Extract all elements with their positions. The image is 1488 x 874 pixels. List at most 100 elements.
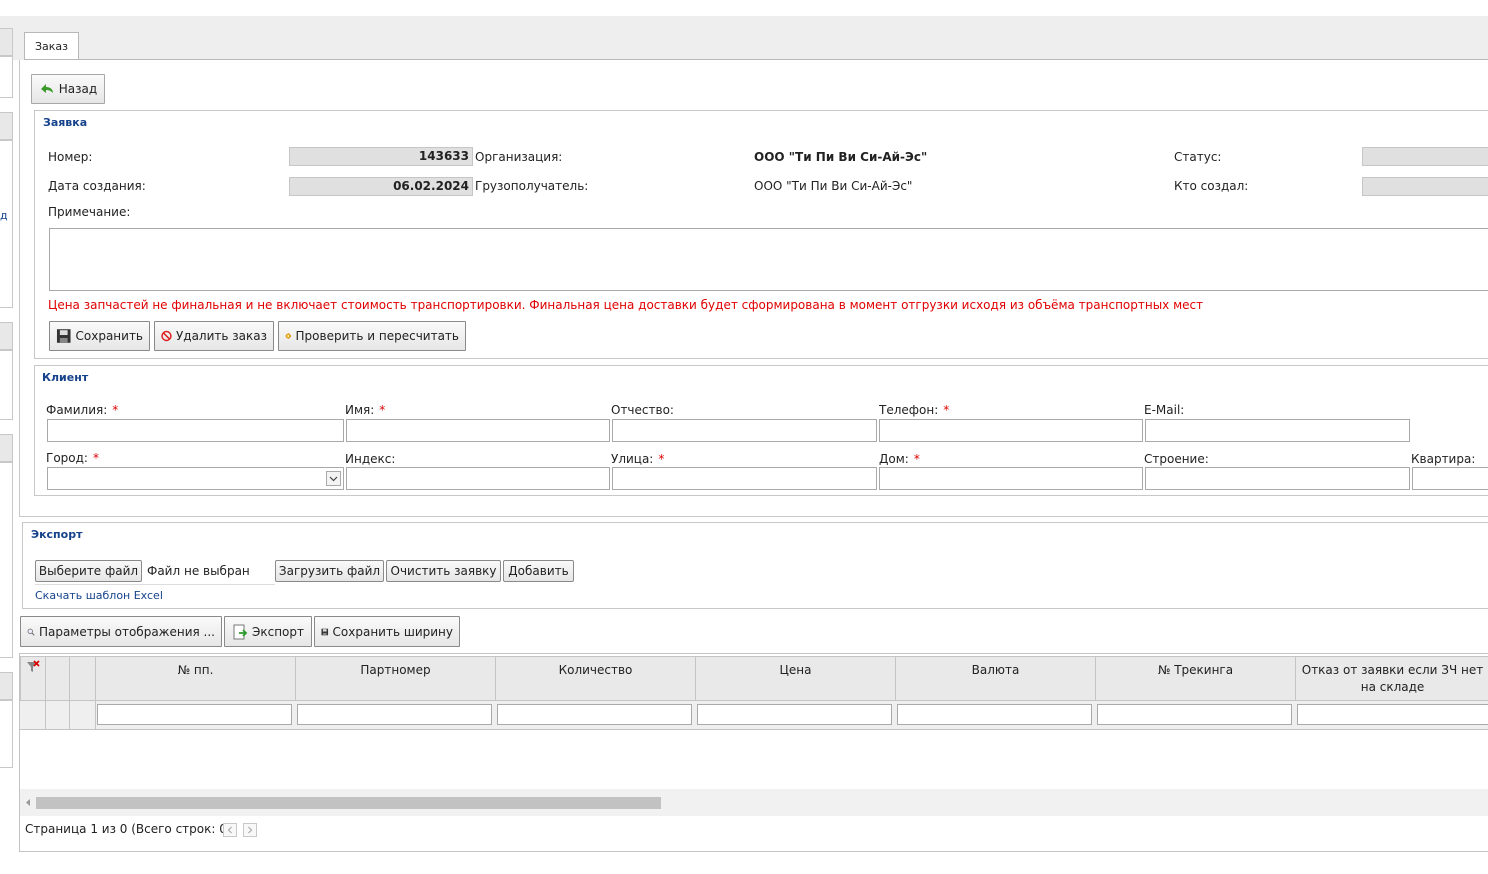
delete-order-button[interactable]: Удалить заказ: [154, 321, 274, 351]
grid-col-select: [46, 657, 70, 701]
no-file-text: Файл не выбран: [147, 564, 250, 578]
left-panel-header[interactable]: [0, 112, 13, 140]
left-panel-header[interactable]: [0, 322, 13, 350]
street-label: Улица: *: [611, 452, 665, 466]
filter-clear-icon: [27, 660, 40, 672]
name-label: Имя: *: [345, 403, 386, 417]
patronymic-label: Отчество:: [611, 403, 674, 417]
grid-header: № пп. Партномер Количество Цена Валюта №…: [20, 656, 1488, 701]
email-input[interactable]: [1145, 419, 1410, 442]
upload-file-button[interactable]: Загрузить файл: [275, 560, 384, 582]
note-textarea[interactable]: [49, 228, 1488, 291]
index-input[interactable]: [346, 467, 610, 490]
grid-col-header[interactable]: Количество: [496, 657, 696, 701]
filter-input-partnumber[interactable]: [297, 704, 492, 725]
export-button[interactable]: Экспорт: [224, 616, 312, 647]
export-legend: Экспорт: [31, 528, 83, 541]
note-label: Примечание:: [48, 205, 131, 219]
clear-order-button[interactable]: Очистить заявку: [386, 560, 501, 582]
index-label: Индекс:: [345, 452, 396, 466]
pager-text: Страница 1 из 0 (Всего строк: 0): [25, 822, 232, 836]
save-label: Сохранить: [75, 329, 144, 343]
order-legend: Заявка: [43, 116, 88, 129]
tab-strip: [0, 16, 1488, 60]
display-params-label: Параметры отображения ...: [38, 624, 215, 639]
horizontal-scrollbar-thumb[interactable]: [36, 797, 661, 809]
choose-file-label: Выберите файл: [38, 564, 139, 578]
scroll-left-icon[interactable]: [24, 797, 32, 808]
status-label: Статус:: [1174, 150, 1222, 164]
save-button[interactable]: Сохранить: [49, 321, 150, 351]
add-label: Добавить: [508, 564, 569, 578]
filter-input-tracking[interactable]: [1097, 704, 1292, 725]
filter-input-refusal[interactable]: [1297, 704, 1488, 725]
filter-input-quantity[interactable]: [497, 704, 692, 725]
grid-filter-row: [20, 701, 1488, 730]
download-template-link[interactable]: Скачать шаблон Excel: [35, 589, 163, 602]
choose-file-button[interactable]: Выберите файл: [35, 560, 142, 582]
back-button[interactable]: Назад: [31, 74, 105, 104]
grid-col-header[interactable]: № пп.: [96, 657, 296, 701]
price-warning: Цена запчастей не финальная и не включае…: [48, 298, 1204, 312]
left-panel: [0, 462, 13, 658]
created-value: 06.02.2024: [289, 177, 473, 196]
street-input[interactable]: [612, 467, 877, 490]
display-params-button[interactable]: Параметры отображения ...: [20, 616, 222, 647]
tab-order[interactable]: Заказ: [24, 32, 79, 60]
check-recalc-button[interactable]: Проверить и пересчитать: [278, 321, 466, 351]
back-label: Назад: [58, 82, 98, 96]
next-page-icon[interactable]: [243, 823, 257, 837]
grid-col-header[interactable]: Валюта: [896, 657, 1096, 701]
surname-input[interactable]: [47, 419, 344, 442]
house-label: Дом: *: [879, 452, 920, 466]
surname-label: Фамилия: *: [46, 403, 119, 417]
grid-col-header[interactable]: Партномер: [296, 657, 496, 701]
chevron-down-icon[interactable]: [326, 471, 341, 486]
save-width-button[interactable]: Сохранить ширину: [314, 616, 460, 647]
name-input[interactable]: [346, 419, 610, 442]
building-label: Строение:: [1144, 452, 1209, 466]
city-select[interactable]: [47, 467, 344, 490]
client-legend: Клиент: [42, 371, 89, 384]
grid-filter-clear-cell[interactable]: [21, 657, 46, 701]
filter-input-price[interactable]: [697, 704, 892, 725]
prev-page-icon[interactable]: [223, 823, 237, 837]
back-arrow-icon: [40, 84, 53, 93]
building-input[interactable]: [1145, 467, 1410, 490]
add-button[interactable]: Добавить: [503, 560, 574, 582]
magnifier-icon: [27, 628, 35, 636]
left-panel-header[interactable]: [0, 28, 13, 56]
left-panel: [0, 700, 13, 768]
grid-col-header[interactable]: № Трекинга: [1096, 657, 1296, 701]
left-panel: [0, 56, 13, 98]
phone-input[interactable]: [879, 419, 1143, 442]
grid-col-header[interactable]: Отказ от заявки если ЗЧ нет на складе: [1296, 657, 1488, 701]
left-panel-header[interactable]: [0, 672, 13, 700]
email-label: E-Mail:: [1144, 403, 1185, 417]
clear-label: Очистить заявку: [390, 564, 497, 578]
phone-label: Телефон: *: [879, 403, 950, 417]
filter-input-currency[interactable]: [897, 704, 1092, 725]
save-width-label: Сохранить ширину: [332, 624, 453, 639]
creator-value: [1362, 177, 1488, 196]
grid-col-header[interactable]: Цена: [696, 657, 896, 701]
created-label: Дата создания:: [48, 179, 146, 193]
house-input[interactable]: [879, 467, 1143, 490]
floppy-disk-icon: [56, 329, 71, 343]
grid-col-actions: [70, 657, 96, 701]
left-panel-header[interactable]: [0, 434, 13, 462]
floppy-disk-icon: [321, 628, 329, 635]
creator-label: Кто создал:: [1174, 179, 1249, 193]
org-value: ООО "Ти Пи Ви Си-Ай-Эс": [754, 150, 928, 164]
export-label: Экспорт: [251, 624, 305, 639]
patronymic-input[interactable]: [612, 419, 877, 442]
consignee-value: ООО "Ти Пи Ви Си-Ай-Эс": [754, 179, 913, 193]
apartment-input[interactable]: [1412, 467, 1488, 490]
left-panel: [0, 350, 13, 420]
consignee-label: Грузополучатель:: [475, 179, 589, 193]
city-label: Город: *: [46, 451, 99, 465]
export-icon: [233, 624, 248, 639]
delete-label: Удалить заказ: [175, 329, 267, 343]
filter-input-number[interactable]: [97, 704, 292, 725]
gear-icon: [285, 333, 292, 339]
